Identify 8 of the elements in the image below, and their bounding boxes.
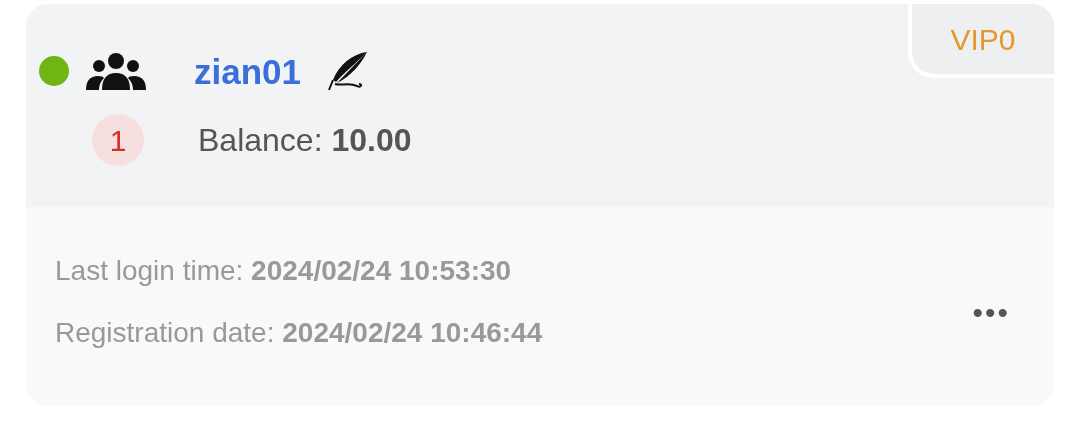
count-badge: 1	[92, 114, 144, 166]
balance-text: Balance: 10.00	[198, 121, 412, 160]
registration-text: Registration date: 2024/02/24 10:46:44	[55, 316, 543, 350]
group-icon	[84, 52, 148, 90]
vip-tag: VIP0	[908, 4, 1054, 78]
more-button[interactable]: •••	[972, 289, 1010, 335]
username-link[interactable]: zian01	[194, 53, 301, 89]
last-login-text: Last login time: 2024/02/24 10:53:30	[55, 254, 513, 288]
